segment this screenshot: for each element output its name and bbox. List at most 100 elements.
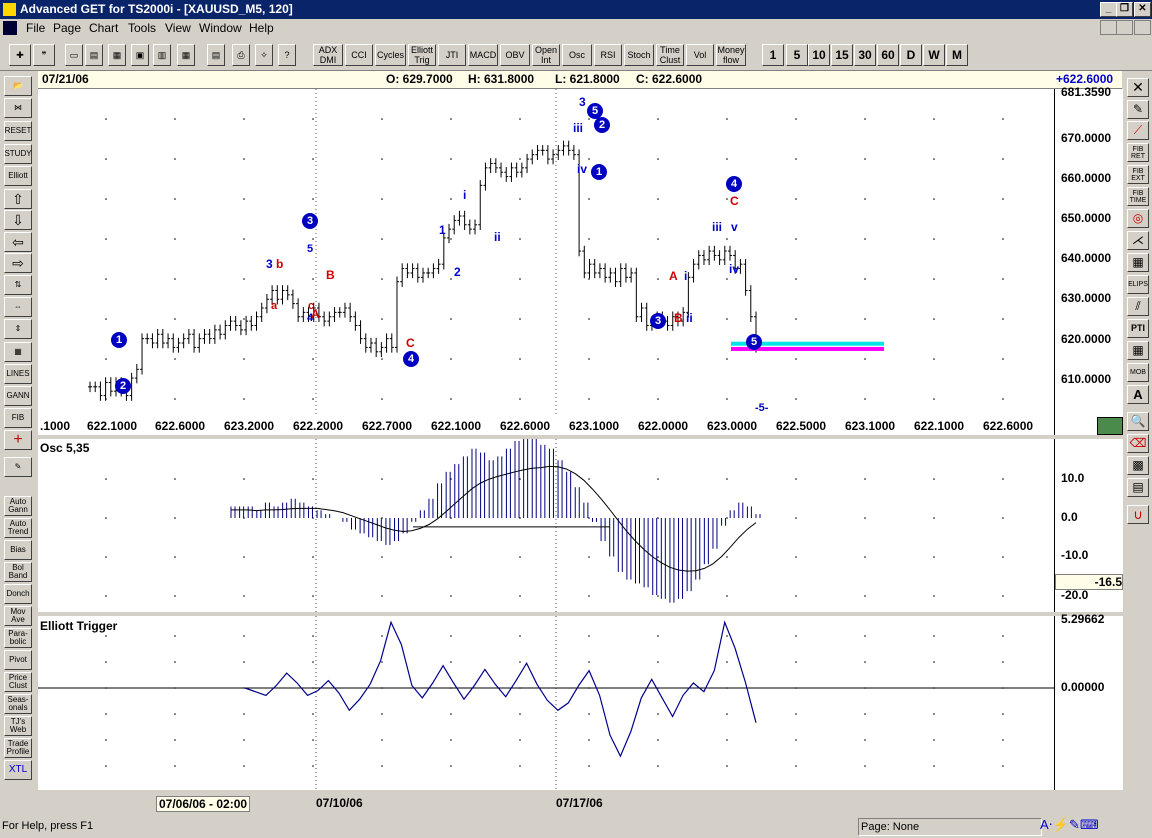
text-tool-button[interactable]: A [1127, 385, 1149, 404]
arrow-down-icon[interactable]: ⇩ [4, 210, 32, 230]
pattern-icon[interactable]: ⋈ [4, 98, 32, 118]
chart-thumbnail-icon[interactable] [1097, 417, 1123, 435]
menu-file[interactable]: File [26, 21, 45, 35]
study-button-vol[interactable]: Vol [686, 44, 714, 66]
copy-icon[interactable]: ▤ [85, 44, 103, 66]
grid-icon[interactable]: ▦ [1127, 253, 1149, 272]
menu-chart[interactable]: Chart [89, 21, 118, 35]
target-icon[interactable]: ◎ [1127, 209, 1149, 228]
mdi-restore-button[interactable] [1116, 20, 1133, 35]
study-button-stoch[interactable]: Stoch [624, 44, 654, 66]
save-icon[interactable]: ▦ [108, 44, 126, 66]
study-button-time-clust[interactable]: Time Clust [656, 44, 684, 66]
study-bol-band[interactable]: Bol Band [4, 562, 32, 582]
close-x-icon[interactable]: ✕ [1127, 78, 1149, 97]
print-icon[interactable]: ⎙ [232, 44, 250, 66]
quote-icon[interactable]: ❞ [33, 44, 55, 66]
pti-button[interactable]: PTI [1127, 319, 1149, 338]
menu-view[interactable]: View [165, 21, 191, 35]
elliott-button[interactable]: Elliott [4, 166, 32, 186]
lines-button[interactable]: LINES [4, 364, 32, 384]
timeframe-5[interactable]: 5 [786, 44, 808, 66]
grid-tool-icon[interactable]: ▦ [4, 342, 32, 362]
pattern-grid-icon[interactable]: ▩ [1127, 456, 1149, 475]
timeframe-15[interactable]: 15 [831, 44, 853, 66]
study-seasonals[interactable]: Seas-onals [4, 694, 32, 714]
channel-icon[interactable]: ⫽ [1127, 297, 1149, 316]
lightbulb-icon[interactable]: ✧ [255, 44, 273, 66]
study-button-open-int[interactable]: Open Int [532, 44, 560, 66]
study-tool-button[interactable]: STUDY [4, 144, 32, 164]
osc-panel[interactable]: Osc 5,35 [38, 439, 1054, 612]
study-bias[interactable]: Bias [4, 540, 32, 560]
menu-tools[interactable]: Tools [128, 21, 156, 35]
reset-button[interactable]: RESET [4, 121, 32, 141]
eraser-icon[interactable]: ⌫ [1127, 434, 1149, 453]
fib-ret-button[interactable]: FIB RET [1127, 143, 1149, 162]
zoom-vertical-icon[interactable]: ⇕ [4, 319, 32, 339]
mdi-close-button[interactable] [1134, 20, 1151, 35]
chart-icon[interactable]: ▥ [153, 44, 171, 66]
menu-help[interactable]: Help [249, 21, 274, 35]
study-button-elliott-trig[interactable]: Elliott Trig [408, 44, 436, 66]
study-pivot[interactable]: Pivot [4, 650, 32, 670]
price-panel[interactable] [38, 89, 1054, 435]
magnifier-icon[interactable]: 🔍 [1127, 412, 1149, 431]
magnet-icon[interactable]: ∪ [1127, 505, 1149, 524]
tray-icons[interactable]: A⋅⚡✎⌨ [1040, 817, 1099, 833]
timeframe-60[interactable]: 60 [877, 44, 899, 66]
study-mov-ave[interactable]: Mov Ave [4, 606, 32, 626]
study-button-cci[interactable]: CCI [345, 44, 373, 66]
arrow-left-icon[interactable]: ⇦ [4, 232, 32, 252]
timeframe-m[interactable]: M [946, 44, 968, 66]
elips-button[interactable]: ELIPS [1127, 275, 1149, 294]
study-button-rsi[interactable]: RSI [594, 44, 622, 66]
study-button-jti[interactable]: JTI [438, 44, 466, 66]
gann-button[interactable]: GANN [4, 386, 32, 406]
minimize-button[interactable]: _ [1100, 2, 1117, 17]
timeframe-d[interactable]: D [900, 44, 922, 66]
study-xtl[interactable]: XTL [4, 760, 32, 780]
study-tjs-web[interactable]: TJ's Web [4, 716, 32, 736]
edit-icon[interactable]: ✎ [4, 457, 32, 477]
menu-window[interactable]: Window [199, 21, 242, 35]
arrow-up-icon[interactable]: ⇧ [4, 189, 32, 209]
help-icon[interactable]: ? [278, 44, 296, 66]
maximize-button[interactable]: ❐ [1116, 2, 1133, 17]
study-auto-gann[interactable]: Auto Gann [4, 496, 32, 516]
fib-time-button[interactable]: FIB TIME [1127, 187, 1149, 206]
study-button-macd[interactable]: MACD [468, 44, 498, 66]
mob-button[interactable]: MOB [1127, 363, 1149, 382]
timeframe-1[interactable]: 1 [762, 44, 784, 66]
menu-page[interactable]: Page [53, 21, 81, 35]
open-icon[interactable]: ▣ [131, 44, 149, 66]
close-button[interactable]: ✕ [1134, 2, 1151, 17]
grid-icon[interactable]: ▦ [177, 44, 195, 66]
expand-icon[interactable]: ⇔ [4, 297, 32, 317]
mdi-minimize-button[interactable] [1100, 20, 1117, 35]
table-icon[interactable]: ▦ [1127, 341, 1149, 360]
study-button-cycles[interactable]: Cycles [375, 44, 406, 66]
crosshair-icon[interactable]: ✚ [9, 44, 31, 66]
fan-icon[interactable]: ⋌ [1127, 231, 1149, 250]
study-auto-trend[interactable]: Auto Trend [4, 518, 32, 538]
timeframe-w[interactable]: W [923, 44, 945, 66]
timeframe-10[interactable]: 10 [808, 44, 830, 66]
study-price-clust[interactable]: Price Clust [4, 672, 32, 692]
notes-icon[interactable]: ▤ [1127, 478, 1149, 497]
study-trade-profile[interactable]: Trade Profile [4, 738, 32, 758]
study-button-adx[interactable]: ADX DMI [313, 44, 343, 66]
fib-button[interactable]: FIB [4, 408, 32, 428]
trendline-icon[interactable]: ⟋ [1127, 121, 1149, 140]
pencil-icon[interactable]: ✎ [1127, 100, 1149, 119]
study-button-obv[interactable]: OBV [500, 44, 530, 66]
compress-icon[interactable]: ⇅ [4, 275, 32, 295]
open-folder-icon[interactable]: 📂 [4, 76, 32, 96]
study-button-money-flow[interactable]: Money flow [716, 44, 746, 66]
study-button-osc[interactable]: Osc [562, 44, 592, 66]
new-page-icon[interactable]: ▭ [65, 44, 83, 66]
arrow-right-icon[interactable]: ⇨ [4, 253, 32, 273]
cross-icon[interactable]: + [4, 430, 32, 450]
study-parabolic[interactable]: Para-bolic [4, 628, 32, 648]
timeframe-30[interactable]: 30 [854, 44, 876, 66]
